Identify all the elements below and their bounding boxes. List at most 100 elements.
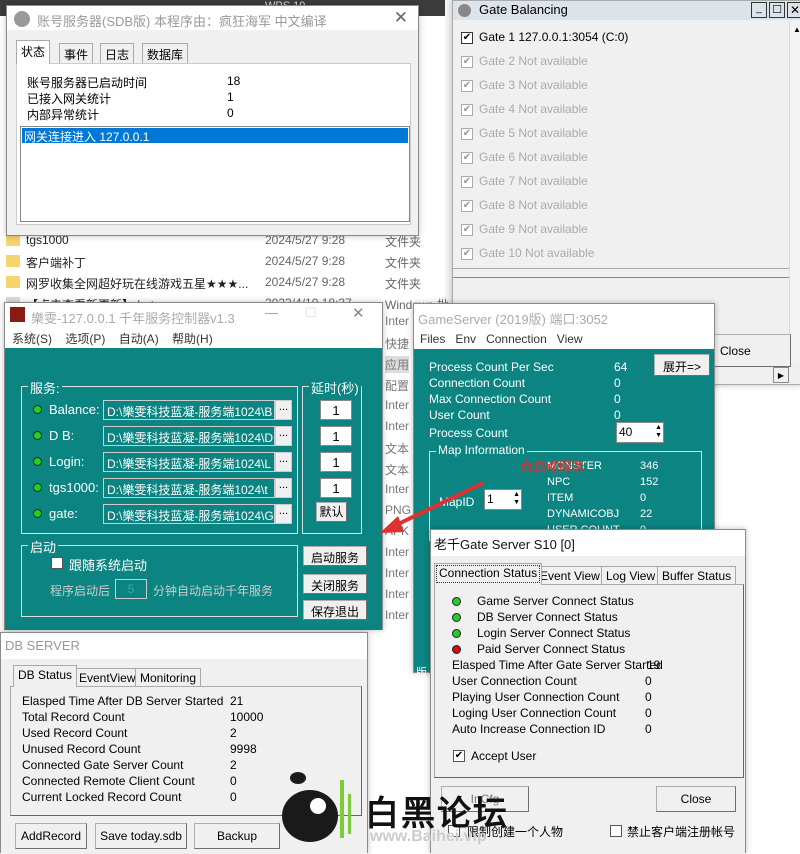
- close-icon[interactable]: ✕: [394, 8, 408, 28]
- gate-item[interactable]: ✔ Gate 3 Not available: [461, 78, 588, 92]
- delay-input[interactable]: 1: [320, 426, 352, 446]
- browse-button[interactable]: ...: [275, 400, 292, 420]
- service-path-input[interactable]: D:\樂雯科技蓝凝-服务端1024\D: [103, 426, 275, 446]
- spinner-arrows-icon[interactable]: ▲ ▼: [513, 491, 520, 507]
- gate-checkbox[interactable]: ✔: [461, 223, 473, 236]
- browse-button[interactable]: ...: [275, 478, 292, 498]
- gate-item[interactable]: ✔ Gate 9 Not available: [461, 222, 588, 236]
- add-record-button[interactable]: AddRecord: [15, 823, 87, 849]
- tab-log-view[interactable]: Log View: [601, 566, 661, 585]
- service-path-input[interactable]: D:\樂雯科技蓝凝-服务端1024\B: [103, 400, 275, 420]
- status-panel: 账号服务器已启动时间 18 已接入网关统计 1 内部异常统计 0 网关连接进入 127.0…: [16, 63, 411, 225]
- menu-view[interactable]: View: [557, 332, 583, 346]
- menu-options[interactable]: 选项(P): [65, 332, 105, 346]
- process-count-spinner[interactable]: 40 ▲ ▼: [616, 422, 664, 443]
- tab-event-view[interactable]: EventView: [74, 668, 141, 687]
- title-bar[interactable]: DB SERVER: [1, 633, 367, 657]
- tab-db-status[interactable]: DB Status: [13, 665, 78, 687]
- title-bar[interactable]: 账号服务器(SDB版) 本程序由：疯狂海军 中文编译 ✕: [7, 6, 418, 30]
- file-type-cell: Inter: [385, 398, 410, 412]
- delay-input[interactable]: 1: [320, 478, 352, 498]
- gate-checkbox[interactable]: ✔: [461, 79, 473, 92]
- browse-button[interactable]: ...: [275, 452, 292, 472]
- title-bar[interactable]: GameServer (2019版) 端口:3052: [414, 304, 714, 328]
- list-item[interactable]: 网关连接进入 127.0.0.1: [22, 128, 408, 144]
- file-type-cell: Inter: [385, 608, 410, 622]
- log-list[interactable]: 网关连接进入 127.0.0.1: [20, 126, 410, 222]
- browse-button[interactable]: ...: [275, 504, 292, 524]
- file-type-cell: 应用: [385, 356, 410, 373]
- gate-checkbox[interactable]: ✔: [461, 31, 473, 44]
- tab-log[interactable]: 日志: [100, 43, 135, 65]
- menu-help[interactable]: 帮助(H): [172, 332, 213, 346]
- accept-user-checkbox[interactable]: ✔: [453, 750, 465, 762]
- title-bar[interactable]: 老千Gate Server S10 [0]: [431, 530, 745, 554]
- delay-input[interactable]: 1: [320, 452, 352, 472]
- gate-checkbox[interactable]: ✔: [461, 151, 473, 164]
- save-today-button[interactable]: Save today.sdb: [95, 823, 187, 849]
- gate-item[interactable]: ✔ Gate 4 Not available: [461, 102, 588, 116]
- gate-item[interactable]: ✔ Gate 10 Not available: [461, 246, 594, 260]
- file-row[interactable]: 网罗收集全网超好玩在线游戏五星★★★... 2024/5/27 9:28 文件夹: [4, 273, 444, 293]
- menu-env[interactable]: Env: [455, 332, 476, 346]
- menu-files[interactable]: Files: [420, 332, 445, 346]
- service-status-icon: [33, 405, 42, 414]
- title-bar[interactable]: Gate Balancing _ ☐ ✕: [453, 1, 800, 20]
- browse-button[interactable]: ...: [275, 426, 292, 446]
- gate-checkbox[interactable]: ✔: [461, 199, 473, 212]
- gate-checkbox[interactable]: ✔: [461, 247, 473, 260]
- delay-input[interactable]: 1: [320, 400, 352, 420]
- service-path-input[interactable]: D:\樂雯科技蓝凝-服务端1024\G: [103, 504, 275, 524]
- gate-checkbox[interactable]: ✔: [461, 103, 473, 116]
- start-service-button[interactable]: 启动服务: [303, 546, 367, 566]
- save-exit-button[interactable]: 保存退出: [303, 600, 367, 620]
- menu-connection[interactable]: Connection: [486, 332, 547, 346]
- gate-item[interactable]: ✔ Gate 2 Not available: [461, 54, 588, 68]
- gate-item[interactable]: ✔ Gate 1 127.0.0.1:3054 (C:0): [461, 30, 628, 44]
- gate-item[interactable]: ✔ Gate 5 Not available: [461, 126, 588, 140]
- gate-checkbox[interactable]: ✔: [461, 55, 473, 68]
- file-type-cell: 配置: [385, 379, 410, 393]
- gate-item[interactable]: ✔ Gate 6 Not available: [461, 150, 588, 164]
- gate-checkbox[interactable]: ✔: [461, 127, 473, 140]
- tab-events[interactable]: 事件: [59, 43, 94, 65]
- service-status-icon: [33, 431, 42, 440]
- service-path-input[interactable]: D:\樂雯科技蓝凝-服务端1024\t: [103, 478, 275, 498]
- service-status-icon: [33, 509, 42, 518]
- autostart-checkbox[interactable]: [51, 557, 63, 569]
- gate-item[interactable]: ✔ Gate 7 Not available: [461, 174, 588, 188]
- maximize-icon[interactable]: ☐: [769, 2, 785, 18]
- tab-buffer-status[interactable]: Buffer Status: [657, 566, 737, 585]
- stop-service-button[interactable]: 关闭服务: [303, 574, 367, 594]
- close-icon[interactable]: ✕: [787, 2, 800, 18]
- close-icon[interactable]: ✕: [352, 304, 365, 322]
- no-register-checkbox[interactable]: [610, 825, 622, 837]
- menu-system[interactable]: 系统(S): [12, 332, 52, 346]
- mapid-spinner[interactable]: 1 ▲ ▼: [484, 489, 522, 510]
- gate-checkbox[interactable]: ✔: [461, 175, 473, 188]
- expand-button[interactable]: 展开=>: [654, 354, 710, 376]
- scroll-right-icon[interactable]: ▶: [773, 367, 789, 383]
- backup-button[interactable]: Backup: [194, 823, 280, 849]
- spinner-arrows-icon[interactable]: ▲ ▼: [655, 424, 662, 440]
- watermark-url: www.Baihei.vip: [370, 828, 487, 845]
- app-icon: [458, 4, 471, 17]
- file-row[interactable]: 客户端补丁 2024/5/27 9:28 文件夹: [4, 252, 444, 272]
- menu-auto[interactable]: 自动(A): [119, 332, 159, 346]
- minimize-icon[interactable]: —: [265, 305, 278, 320]
- tab-database[interactable]: 数据库: [142, 43, 189, 65]
- tab-connection-status[interactable]: Connection Status: [434, 563, 543, 585]
- title-bar[interactable]: 樂雯-127.0.0.1 千年服务控制器v1.3 — ☐ ✕: [5, 303, 382, 327]
- connection-status-icon: [452, 629, 461, 638]
- service-path-input[interactable]: D:\樂雯科技蓝凝-服务端1024\L: [103, 452, 275, 472]
- scrollbar[interactable]: ▲: [789, 21, 800, 361]
- default-button[interactable]: 默认: [316, 502, 347, 522]
- file-type-cell: Inter: [385, 545, 410, 559]
- tab-event-view[interactable]: Event View: [535, 566, 605, 585]
- minimize-icon[interactable]: _: [751, 2, 767, 18]
- close-button[interactable]: Close: [713, 334, 791, 367]
- close-button[interactable]: Close: [656, 786, 736, 812]
- tab-monitoring[interactable]: Monitoring: [135, 668, 202, 687]
- tab-status[interactable]: 状态: [16, 40, 51, 64]
- gate-item[interactable]: ✔ Gate 8 Not available: [461, 198, 588, 212]
